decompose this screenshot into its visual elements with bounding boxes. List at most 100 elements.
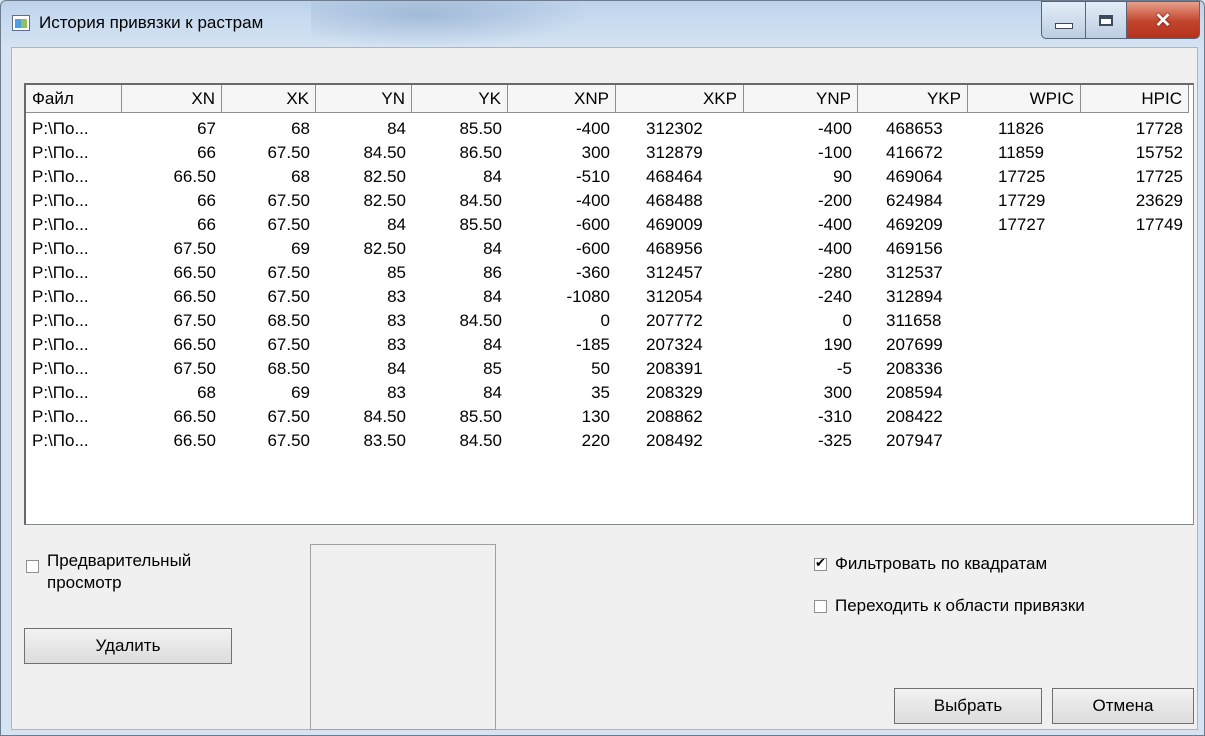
column-header[interactable]: HPIC	[1081, 85, 1189, 113]
table-cell	[968, 309, 1081, 333]
table-cell: 11826	[998, 119, 1045, 138]
table-row[interactable]: P:\По... 67 68 84 85.50 -400 312302 -400 468653 1…	[26, 117, 1193, 141]
table-cell: 0	[842, 311, 852, 330]
table-cell: 66.50	[173, 263, 216, 282]
table-cell: 68	[291, 167, 310, 186]
table-row[interactable]: P:\По... 66 67.50 84.50 86.50 300 312879 -100 41…	[26, 141, 1193, 165]
table-cell: 68	[197, 383, 216, 402]
table-cell: 84	[483, 167, 502, 186]
table-cell: 300	[823, 383, 852, 402]
minimize-button[interactable]	[1041, 1, 1086, 39]
column-header[interactable]: XNP	[508, 85, 616, 113]
dialog-client-area: Файл XN XK YN YK XNP XKP YNP YKP WPIC HPIC P:\По..…	[11, 47, 1198, 730]
column-header[interactable]: Файл	[26, 85, 122, 113]
maximize-button[interactable]	[1085, 1, 1127, 39]
table-cell: 130	[581, 407, 610, 426]
table-cell: 208862	[646, 407, 703, 426]
table-cell: 84	[483, 287, 502, 306]
table-cell: -400	[575, 119, 610, 138]
table-row[interactable]: P:\По... 67.50 69 82.50 84 -600 468956 -400 4691…	[26, 237, 1193, 261]
table-row[interactable]: P:\По... 66.50 67.50 84.50 85.50 130 208862 -31…	[26, 405, 1193, 429]
table-cell: -360	[575, 263, 610, 282]
table-row[interactable]: P:\По... 66.50 67.50 83.50 84.50 220 208492 -32…	[26, 429, 1193, 453]
table-cell: 90	[833, 167, 852, 186]
column-header[interactable]: XKP	[616, 85, 744, 113]
table-cell	[1081, 285, 1189, 309]
table-cell	[968, 429, 1081, 453]
table-cell	[1081, 309, 1189, 333]
table-cell: 17725	[1135, 167, 1183, 186]
table-cell: 68.50	[267, 359, 310, 378]
table-row[interactable]: P:\По... 67.50 68.50 84 85 50 208391 -5 208336	[26, 357, 1193, 381]
table-cell: 0	[600, 311, 610, 330]
table-cell: 208336	[886, 359, 943, 378]
table-cell	[1081, 237, 1189, 261]
column-header[interactable]: WPIC	[968, 85, 1081, 113]
table-cell: -5	[836, 359, 852, 378]
column-header[interactable]: YNP	[744, 85, 858, 113]
table-cell: 67	[197, 119, 216, 138]
table-cell: P:\По...	[32, 119, 89, 138]
column-header[interactable]: XN	[122, 85, 222, 113]
table-cell: -400	[817, 119, 852, 138]
table-cell: 86	[483, 263, 502, 282]
table-row[interactable]: P:\По... 67.50 68.50 83 84.50 0 207772 0 311658	[26, 309, 1193, 333]
close-button[interactable]: ✕	[1126, 1, 1200, 39]
table-cell: -600	[575, 215, 610, 234]
table-row[interactable]: P:\По... 68 69 83 84 35 208329 300 208594	[26, 381, 1193, 405]
filter-label: Фильтровать по квадратам	[835, 554, 1048, 573]
table-cell: 468956	[646, 239, 703, 258]
column-header[interactable]: YN	[316, 85, 412, 113]
preview-box	[310, 544, 496, 730]
table-cell: 469009	[646, 215, 703, 234]
table-cell	[1081, 405, 1189, 429]
preview-label: Предварительный просмотр	[47, 550, 191, 594]
table-cell: 11859	[998, 143, 1045, 162]
table-row[interactable]: P:\По... 66.50 67.50 85 86 -360 312457 -280 3125…	[26, 261, 1193, 285]
table-cell: 84	[483, 239, 502, 258]
delete-button[interactable]: Удалить	[24, 628, 232, 664]
table-cell: 208594	[886, 383, 943, 402]
history-list[interactable]: Файл XN XK YN YK XNP XKP YNP YKP WPIC HPIC P:\По..…	[24, 83, 1194, 525]
preview-checkbox[interactable]	[26, 560, 39, 573]
table-row[interactable]: P:\По... 66 67.50 82.50 84.50 -400 468488 -200 6…	[26, 189, 1193, 213]
select-button[interactable]: Выбрать	[894, 688, 1042, 724]
table-cell: 469156	[886, 239, 943, 258]
table-cell: 66.50	[173, 167, 216, 186]
table-cell: 468653	[886, 119, 943, 138]
title-bar[interactable]: История привязки к растрам ✕	[1, 1, 1204, 47]
table-cell: 207772	[646, 311, 703, 330]
table-row[interactable]: P:\По... 66.50 68 82.50 84 -510 468464 90 469064…	[26, 165, 1193, 189]
table-cell: 312894	[886, 287, 943, 306]
table-row[interactable]: P:\По... 66 67.50 84 85.50 -600 469009 -400 4692…	[26, 213, 1193, 237]
preview-checkbox-row[interactable]: Предварительный просмотр	[26, 550, 191, 594]
table-cell: 83.50	[363, 431, 406, 450]
table-cell: 84.50	[459, 431, 502, 450]
column-header[interactable]: YKP	[858, 85, 968, 113]
table-cell: 84	[387, 215, 406, 234]
table-cell: -400	[817, 239, 852, 258]
table-cell: 66	[197, 191, 216, 210]
goto-checkbox-row[interactable]: Переходить к области привязки	[814, 596, 1085, 616]
table-cell: 50	[591, 359, 610, 378]
table-row[interactable]: P:\По... 66.50 67.50 83 84 -1080 312054 -240 312…	[26, 285, 1193, 309]
raster-icon	[12, 15, 30, 31]
maximize-icon	[1099, 14, 1113, 26]
table-cell: 85.50	[459, 215, 502, 234]
table-row[interactable]: P:\По... 66.50 67.50 83 84 -185 207324 190 20769…	[26, 333, 1193, 357]
filter-checkbox-row[interactable]: Фильтровать по квадратам	[814, 554, 1047, 574]
column-header[interactable]: YK	[412, 85, 508, 113]
table-cell: 84.50	[363, 407, 406, 426]
goto-checkbox[interactable]	[814, 600, 827, 613]
table-cell: 67.50	[267, 143, 310, 162]
column-header[interactable]: XK	[222, 85, 316, 113]
table-cell: P:\По...	[32, 431, 89, 450]
cancel-button[interactable]: Отмена	[1052, 688, 1194, 724]
table-cell: P:\По...	[32, 407, 89, 426]
table-cell: 66	[197, 215, 216, 234]
table-cell	[1081, 381, 1189, 405]
table-cell: 67.50	[267, 335, 310, 354]
filter-checkbox[interactable]	[814, 555, 827, 571]
table-cell: P:\По...	[32, 215, 89, 234]
table-cell: 67.50	[267, 431, 310, 450]
